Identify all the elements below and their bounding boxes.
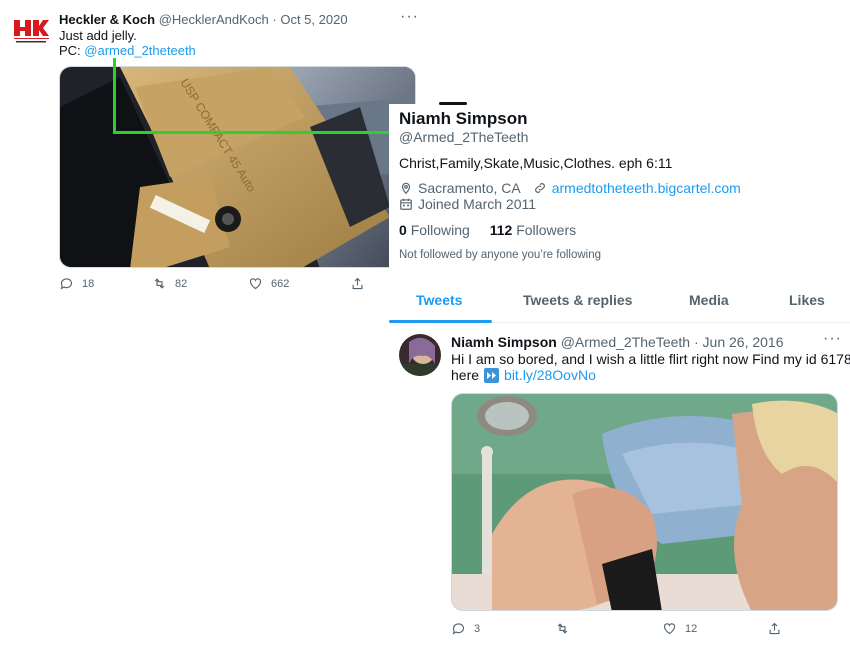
profile-card: Niamh Simpson @Armed_2TheTeeth Christ,Fa…	[389, 102, 850, 648]
following-label: Following	[410, 222, 470, 238]
display-name[interactable]: Heckler & Koch	[59, 12, 155, 27]
display-name[interactable]: Niamh Simpson	[451, 334, 557, 350]
retweet-button[interactable]: 82	[152, 276, 187, 291]
profile-name: Niamh Simpson	[399, 109, 528, 128]
retweet-button[interactable]	[555, 621, 570, 636]
more-options-icon[interactable]: ···	[823, 330, 842, 348]
heart-icon	[249, 278, 262, 290]
profile-handle: @Armed_2TheTeeth	[399, 129, 529, 145]
reply-count: 18	[82, 277, 95, 290]
reply-count: 3	[474, 622, 481, 635]
profile-joined-row: Joined March 2011	[399, 196, 536, 212]
follow-stats: 0 Following 112 Followers	[399, 222, 576, 238]
like-button[interactable]: 12	[662, 621, 697, 636]
tab-media[interactable]: Media	[689, 292, 729, 308]
reply-button[interactable]: 3	[451, 621, 480, 636]
profile-meta-row: Sacramento, CA armedtotheteeth.bigcartel…	[399, 180, 741, 196]
tweet-text: Hi I am so bored, and I wish a little fl…	[451, 351, 850, 367]
like-button[interactable]: 662	[248, 276, 289, 291]
profile-bio: Christ,Family,Skate,Music,Clothes. eph 6…	[399, 155, 673, 171]
avatar[interactable]	[399, 334, 441, 376]
profile-tabs: Tweets Tweets & replies Media Likes	[389, 280, 850, 323]
handle[interactable]: @Armed_2TheTeeth	[561, 334, 690, 350]
followers-count: 112	[489, 222, 513, 238]
heart-icon	[663, 623, 676, 635]
tweet-date[interactable]: Jun 26, 2016	[703, 334, 784, 350]
calendar-icon	[400, 198, 412, 210]
more-options-icon[interactable]: ···	[400, 8, 419, 26]
tab-tweets-replies[interactable]: Tweets & replies	[523, 292, 632, 308]
like-count: 12	[685, 622, 698, 635]
profile-joined: Joined March 2011	[418, 196, 537, 212]
followers-link[interactable]: 112 Followers	[490, 222, 576, 238]
tweet-text-here: here	[451, 367, 480, 383]
tab-tweets[interactable]: Tweets	[416, 292, 462, 308]
avatar-edge	[439, 102, 467, 105]
tweet-text-line2: here bit.ly/28OovNo	[451, 367, 596, 383]
annotation-line-horizontal	[113, 131, 398, 134]
share-icon	[769, 622, 780, 635]
tweet-date[interactable]: Oct 5, 2020	[280, 12, 347, 27]
following-link[interactable]: 0 Following	[399, 222, 474, 238]
credit-prefix: PC:	[59, 43, 81, 58]
not-followed-note: Not followed by anyone you’re following	[399, 249, 602, 261]
mention-link[interactable]: @armed_2theteeth	[84, 43, 196, 58]
share-button[interactable]	[350, 276, 365, 291]
retweet-icon	[557, 623, 568, 634]
link-icon	[534, 183, 545, 193]
annotation-line-vertical	[113, 58, 116, 134]
tweet-text-credit: PC: @armed_2theteeth	[59, 43, 196, 58]
retweet-icon	[154, 278, 165, 289]
reply-icon	[60, 278, 73, 290]
tab-likes[interactable]: Likes	[789, 292, 825, 308]
active-tab-indicator	[389, 320, 492, 323]
handle[interactable]: @HecklerAndKoch	[159, 12, 269, 27]
reply-button[interactable]: 18	[59, 276, 94, 291]
fast-forward-emoji-icon	[484, 367, 500, 383]
profile-website-link[interactable]: armedtotheteeth.bigcartel.com	[552, 180, 741, 196]
share-button[interactable]	[767, 621, 782, 636]
reply-icon	[452, 623, 465, 635]
tweet-header: Niamh Simpson @Armed_2TheTeeth · Jun 26,…	[451, 334, 784, 350]
like-count: 662	[271, 277, 290, 290]
tweet-header: Heckler & Koch @HecklerAndKoch · Oct 5, …	[59, 12, 348, 27]
tweet-text: Just add jelly.	[59, 28, 137, 43]
retweet-count: 82	[175, 277, 188, 290]
bedroom-photo[interactable]	[451, 393, 838, 611]
location-pin-icon	[401, 182, 411, 195]
profile-location: Sacramento, CA	[418, 180, 521, 196]
short-link[interactable]: bit.ly/28OovNo	[504, 367, 596, 383]
hk-tweet: Heckler & Koch @HecklerAndKoch · Oct 5, …	[0, 0, 428, 310]
share-icon	[352, 277, 363, 290]
hk-logo-icon[interactable]	[12, 16, 50, 46]
followers-label: Followers	[516, 222, 577, 238]
following-count: 0	[399, 222, 407, 238]
